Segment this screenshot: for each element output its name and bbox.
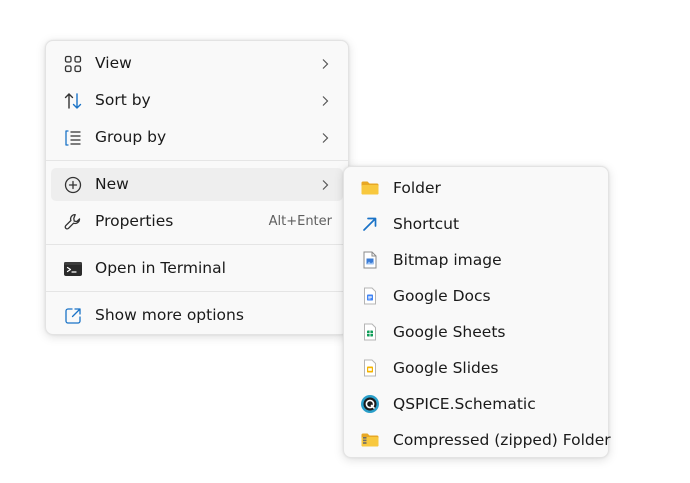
submenu-item-bitmap-image[interactable]: Bitmap image [349, 244, 603, 276]
grid-icon [63, 54, 83, 74]
menu-divider [46, 160, 348, 161]
shortcut-hint: Alt+Enter [268, 214, 332, 229]
submenu-item-label: Bitmap image [393, 251, 502, 269]
submenu-item-label: Google Sheets [393, 323, 506, 341]
wrench-icon [63, 212, 83, 232]
menu-item-properties[interactable]: Properties Alt+Enter [51, 205, 343, 238]
google-sheets-icon [360, 322, 380, 342]
google-slides-icon [360, 358, 380, 378]
list-group-icon [63, 128, 83, 148]
zip-folder-icon [360, 430, 380, 450]
bitmap-file-icon [360, 250, 380, 270]
menu-item-open-in-terminal[interactable]: Open in Terminal [51, 252, 343, 285]
sort-arrows-icon [63, 91, 83, 111]
chevron-right-icon [318, 56, 332, 72]
qspice-icon [360, 394, 380, 414]
submenu-item-compressed-folder[interactable]: Compressed (zipped) Folder [349, 424, 611, 456]
menu-divider [46, 291, 348, 292]
submenu-item-google-sheets[interactable]: Google Sheets [349, 316, 603, 348]
folder-icon [360, 178, 380, 198]
menu-item-label: Properties [95, 212, 174, 230]
submenu-item-label: Compressed (zipped) Folder [393, 431, 611, 449]
terminal-icon [63, 259, 83, 279]
menu-item-label: Open in Terminal [95, 259, 226, 277]
submenu-item-folder[interactable]: Folder [349, 172, 603, 204]
menu-item-new[interactable]: New [51, 168, 343, 201]
chevron-right-icon [318, 177, 332, 193]
submenu-item-label: Folder [393, 179, 441, 197]
menu-item-label: Group by [95, 128, 167, 146]
context-menu: View Sort by Group by New Properties Alt… [45, 40, 349, 335]
menu-item-view[interactable]: View [51, 47, 343, 80]
menu-item-group-by[interactable]: Group by [51, 121, 343, 154]
menu-item-label: Show more options [95, 306, 244, 324]
chevron-right-icon [318, 93, 332, 109]
submenu-item-qspice-schematic[interactable]: QSPICE.Schematic [349, 388, 603, 420]
menu-item-show-more-options[interactable]: Show more options [51, 299, 343, 332]
plus-circle-icon [63, 175, 83, 195]
submenu-item-label: Google Docs [393, 287, 491, 305]
submenu-item-google-slides[interactable]: Google Slides [349, 352, 603, 384]
menu-divider [46, 244, 348, 245]
shortcut-arrow-icon [360, 214, 380, 234]
submenu-item-label: Shortcut [393, 215, 460, 233]
menu-item-label: New [95, 175, 129, 193]
submenu-item-label: QSPICE.Schematic [393, 395, 536, 413]
submenu-item-google-docs[interactable]: Google Docs [349, 280, 603, 312]
google-docs-icon [360, 286, 380, 306]
menu-item-label: View [95, 54, 132, 72]
submenu-item-label: Google Slides [393, 359, 499, 377]
chevron-right-icon [318, 130, 332, 146]
submenu-item-shortcut[interactable]: Shortcut [349, 208, 603, 240]
new-submenu: Folder Shortcut Bitmap image Google Docs… [343, 166, 611, 458]
external-open-icon [63, 306, 83, 326]
menu-item-label: Sort by [95, 91, 151, 109]
menu-item-sort-by[interactable]: Sort by [51, 84, 343, 117]
